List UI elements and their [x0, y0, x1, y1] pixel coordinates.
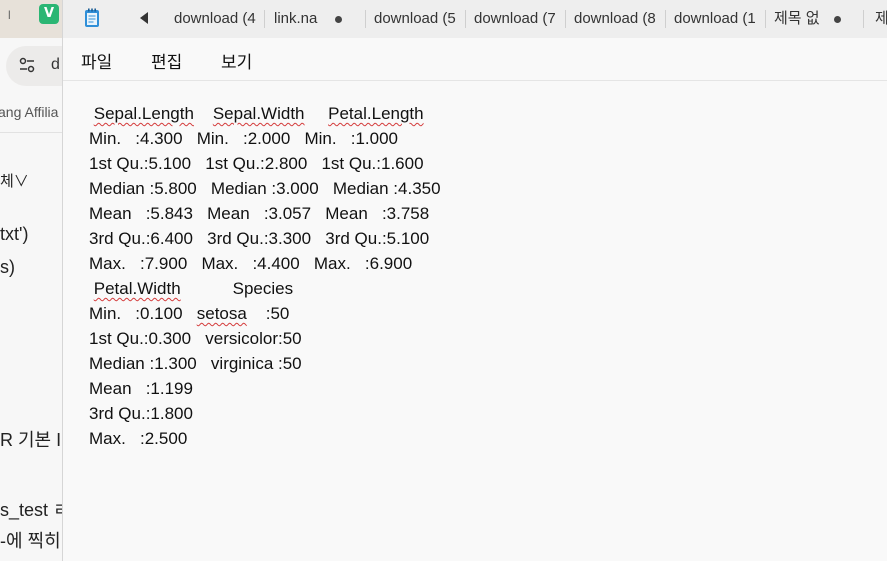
tune-icon[interactable] — [18, 56, 36, 74]
divider — [465, 10, 466, 28]
divider — [863, 10, 864, 28]
misspelled-word: Sepal.Width — [212, 104, 305, 123]
background-text: 체∨ — [0, 173, 29, 190]
text-line: 3rd Qu.:1.800 — [89, 404, 193, 423]
tab-download-5[interactable]: download (5 — [374, 0, 462, 38]
tab-label: 제 — [875, 10, 887, 27]
tab-link-na[interactable]: link.na — [274, 0, 362, 38]
text-editor-area[interactable]: Sepal.Length Sepal.Width Petal.Length Mi… — [63, 81, 887, 561]
background-text: txt') — [0, 224, 29, 244]
divider — [565, 10, 566, 28]
menu-file[interactable]: 파일 — [81, 48, 112, 73]
text-line: Min. :4.300 Min. :2.000 Min. :1.000 — [89, 129, 398, 148]
background-text: s_test ㄹ — [0, 500, 62, 520]
tab-download-4[interactable]: download (4 — [174, 0, 262, 38]
divider — [365, 10, 366, 28]
line-segment: :50 — [246, 304, 290, 323]
scroll-tabs-left-icon[interactable] — [140, 12, 148, 24]
tab-label: 제목 없 — [774, 10, 820, 27]
menu-edit[interactable]: 편집 — [151, 48, 182, 73]
tab-label: download (4 — [174, 10, 256, 27]
menu-bar: 파일 편집 보기 — [63, 38, 887, 81]
tab-download-7[interactable]: download (7 — [474, 0, 562, 38]
text-line: Mean :1.199 — [89, 379, 193, 398]
tab-untitled[interactable]: 제목 없 — [774, 0, 862, 38]
notepad-window: download (4 link.na download (5 download… — [62, 0, 887, 561]
tab-untitled-2[interactable]: 제 — [875, 0, 887, 38]
background-text: -에 찍히 — [0, 531, 61, 551]
tab-label: download (5 — [374, 10, 456, 27]
background-text: R 기본 I — [0, 430, 62, 450]
tab-bar: download (4 link.na download (5 download… — [63, 0, 887, 38]
text-line: 3rd Qu.:6.400 3rd Qu.:3.300 3rd Qu.:5.10… — [89, 229, 430, 248]
text-line: Petal.Width Species — [89, 279, 293, 304]
line-segment: Min. :0.100 — [89, 304, 197, 323]
background-browser-window: l V d ang Affilia 체∨ txt') s) R 기본 I s_t… — [0, 0, 62, 561]
divider — [264, 10, 265, 28]
text-line: Median :1.300 virginica :50 — [89, 354, 302, 373]
divider — [665, 10, 666, 28]
unsaved-dot-icon — [834, 16, 841, 23]
menu-view[interactable]: 보기 — [221, 48, 252, 73]
background-search-text: d — [51, 56, 60, 73]
unsaved-dot-icon — [335, 16, 342, 23]
v-favicon-icon[interactable]: V — [39, 4, 59, 24]
background-tab[interactable]: l — [8, 8, 11, 22]
tab-label: download (7 — [474, 10, 556, 27]
text-line: Median :5.800 Median :3.000 Median :4.35… — [89, 179, 441, 198]
notepad-app-icon — [85, 8, 99, 27]
misspelled-word: Sepal.Length — [93, 104, 194, 123]
divider — [765, 10, 766, 28]
background-bookmark[interactable]: ang Affilia — [0, 104, 58, 120]
text-line: 1st Qu.:0.300 versicolor:50 — [89, 329, 302, 348]
text-line: Sepal.Length Sepal.Width Petal.Length — [89, 104, 424, 129]
tab-label: download (8 — [574, 10, 656, 27]
tab-label: link.na — [274, 10, 318, 27]
text-line: Min. :0.100 setosa :50 — [89, 304, 289, 329]
tab-label: download (1 — [674, 10, 756, 27]
misspelled-word: setosa — [196, 304, 247, 323]
text-line: Max. :2.500 — [89, 429, 188, 448]
background-text: s) — [0, 257, 15, 277]
text-line: Max. :7.900 Max. :4.400 Max. :6.900 — [89, 254, 413, 273]
text-line: Mean :5.843 Mean :3.057 Mean :3.758 — [89, 204, 430, 223]
tab-download-8[interactable]: download (8 — [574, 0, 662, 38]
misspelled-word: Petal.Length — [328, 104, 424, 123]
tab-download-1[interactable]: download (1 — [674, 0, 762, 38]
background-tab-strip: l V — [0, 0, 62, 38]
text-line: 1st Qu.:5.100 1st Qu.:2.800 1st Qu.:1.60… — [89, 154, 424, 173]
misspelled-word: Petal.Width — [93, 279, 181, 298]
column-header: Species — [232, 279, 294, 298]
divider — [0, 132, 62, 133]
